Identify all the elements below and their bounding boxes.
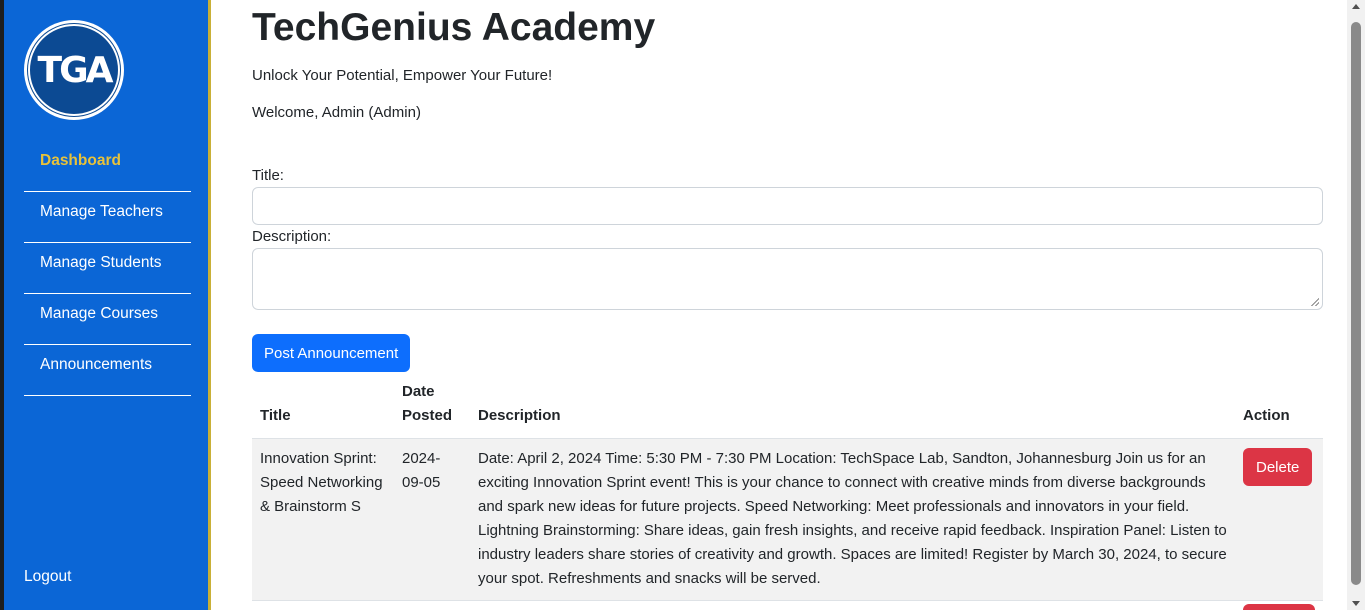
welcome-message: Welcome, Admin (Admin) — [252, 104, 421, 121]
sidebar-item-manage-teachers[interactable]: Manage Teachers — [24, 192, 191, 243]
row-date-text: 2024-09-05 — [402, 450, 441, 491]
header-title: Title — [252, 380, 394, 439]
row-action: Delete — [1235, 438, 1323, 601]
scrollbar-thumb[interactable] — [1351, 22, 1361, 585]
logo-text: TGA — [37, 49, 114, 91]
header-action: Action — [1235, 380, 1323, 439]
announcement-form: Title: Description: Post Announcement — [252, 167, 1323, 372]
description-textarea[interactable] — [252, 248, 1323, 310]
sidebar-item-manage-students[interactable]: Manage Students — [24, 243, 191, 294]
table-header-row: Title Date Posted Description Action — [252, 380, 1323, 439]
description-label: Description: — [252, 228, 332, 245]
academy-logo: TGA — [24, 20, 124, 120]
announcements-table: Title Date Posted Description Action Inn… — [252, 380, 1323, 601]
scroll-up-icon[interactable] — [1352, 4, 1360, 9]
title-label: Title: — [252, 167, 284, 184]
table-row: Innovation Sprint: Speed Networking & Br… — [252, 438, 1323, 601]
row-date: 2024-09-05 — [394, 438, 470, 601]
row-description: Date: April 2, 2024 Time: 5:30 PM - 7:30… — [470, 438, 1235, 601]
page-title: TechGenius Academy — [252, 6, 656, 49]
sidebar: TGA Dashboard Manage Teachers Manage Stu… — [4, 0, 211, 610]
row-title: Innovation Sprint: Speed Networking & Br… — [252, 438, 394, 601]
main-content: TechGenius Academy Unlock Your Potential… — [252, 0, 1323, 601]
sidebar-item-announcements[interactable]: Announcements — [24, 345, 191, 396]
vertical-scrollbar[interactable] — [1347, 0, 1365, 610]
scroll-down-icon[interactable] — [1352, 601, 1360, 606]
next-row-delete-button[interactable] — [1243, 604, 1315, 610]
resize-grip-icon[interactable] — [1311, 298, 1319, 306]
tagline: Unlock Your Potential, Empower Your Futu… — [252, 67, 553, 84]
sidebar-item-manage-courses[interactable]: Manage Courses — [24, 294, 191, 345]
logo-circle: TGA — [28, 24, 120, 116]
logout-link[interactable]: Logout — [24, 568, 71, 586]
delete-button[interactable]: Delete — [1243, 448, 1313, 486]
sidebar-nav: Dashboard Manage Teachers Manage Student… — [24, 141, 191, 396]
header-description: Description — [470, 380, 1235, 439]
sidebar-item-dashboard[interactable]: Dashboard — [24, 141, 191, 192]
header-date-posted: Date Posted — [394, 380, 470, 439]
title-input[interactable] — [252, 187, 1323, 225]
header-date-posted-text: Date Posted — [402, 383, 453, 424]
post-announcement-button[interactable]: Post Announcement — [252, 334, 411, 372]
